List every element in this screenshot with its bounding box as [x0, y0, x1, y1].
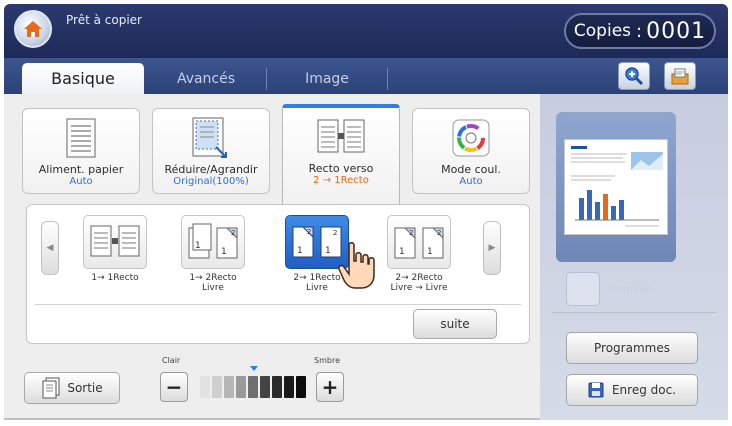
svg-text:2: 2 — [231, 229, 235, 237]
copies-counter[interactable]: Copies : 0001 — [564, 13, 716, 49]
home-button[interactable] — [14, 10, 52, 48]
color-mode-icon — [451, 117, 491, 159]
option-value: 2 → 1Recto — [313, 175, 369, 186]
density-step — [248, 376, 258, 398]
programmes-button[interactable]: Programmes — [566, 332, 698, 364]
tab-image[interactable]: Image — [267, 63, 387, 94]
option-label: Recto verso — [308, 162, 374, 175]
save-document-button[interactable]: Enreg doc. — [566, 374, 698, 406]
duplex-icon — [317, 116, 365, 158]
sortie-button[interactable]: Sortie — [24, 372, 120, 404]
option-value: Auto — [459, 176, 483, 187]
suite-button[interactable]: suite — [413, 309, 497, 339]
preview-page — [564, 139, 668, 235]
duplex-options-panel: ◀ 1→ 1Recto 1 2 1 1→ 2Recto Livre 2 1 2 … — [26, 204, 530, 344]
save-disk-icon — [588, 382, 604, 398]
tab-separator — [387, 68, 388, 90]
svg-text:2: 2 — [333, 229, 337, 237]
density-decrease-button[interactable]: − — [160, 372, 188, 402]
duplex-1-1-icon — [83, 215, 147, 269]
scroll-right-button[interactable]: ▶ — [483, 221, 501, 275]
density-increase-button[interactable]: + — [316, 372, 344, 402]
zoom-button[interactable] — [618, 62, 650, 90]
density-step — [224, 376, 234, 398]
right-panel: Epreuve Programmes Enreg doc. — [540, 94, 728, 420]
duplex-2-2-icon: 2 1 2 1 — [387, 215, 451, 269]
chevron-left-icon: ◀ — [46, 243, 54, 253]
svg-text:2: 2 — [437, 229, 441, 237]
option-value: Auto — [69, 176, 93, 187]
option-color-mode[interactable]: Mode coul. Auto — [412, 108, 530, 194]
save-document-label: Enreg doc. — [611, 383, 677, 397]
copies-value: 0001 — [646, 18, 707, 44]
scroll-left-button[interactable]: ◀ — [41, 221, 59, 275]
option-label: Aliment. papier — [38, 163, 124, 176]
output-icon — [42, 377, 60, 399]
svg-text:1: 1 — [427, 247, 433, 257]
svg-text:2: 2 — [307, 228, 311, 236]
option-value: Original(100%) — [173, 176, 249, 187]
touch-hand-icon — [338, 242, 375, 289]
svg-text:1: 1 — [399, 247, 405, 257]
main-panel: Aliment. papier Auto Réduire/Agrandir Or… — [4, 94, 540, 420]
density-step — [212, 376, 222, 398]
option-paper-feed[interactable]: Aliment. papier Auto — [22, 108, 140, 194]
duplex-option-label: 1→ 1Recto — [91, 273, 139, 283]
option-label: Réduire/Agrandir — [164, 163, 258, 176]
zoom-in-icon — [625, 67, 644, 86]
preview-document-thumbnail — [571, 146, 663, 227]
job-settings-icon — [671, 68, 689, 85]
duplex-option-label: 2→ 1Recto Livre — [293, 273, 341, 293]
density-step — [272, 376, 282, 398]
option-reduce-enlarge[interactable]: Réduire/Agrandir Original(100%) — [152, 108, 270, 194]
paper-feed-icon — [66, 117, 96, 159]
status-text: Prêt à copier — [66, 13, 142, 27]
duplex-option-label: 1→ 2Recto Livre — [189, 273, 237, 293]
chevron-right-icon: ▶ — [488, 243, 496, 253]
tab-avances[interactable]: Avancés — [146, 63, 266, 94]
document-preview[interactable] — [556, 112, 676, 262]
duplex-1-2-icon: 1 2 1 — [181, 215, 245, 269]
density-step — [296, 376, 306, 398]
option-label: Mode coul. — [441, 163, 501, 176]
density-step — [284, 376, 294, 398]
epreuve-checkbox[interactable] — [566, 272, 600, 306]
right-panel-divider — [552, 312, 716, 313]
job-settings-button[interactable] — [664, 62, 696, 90]
duplex-option-label: 2→ 2Recto Livre → Livre — [390, 273, 448, 293]
density-control: Clair Smbre − + — [154, 356, 354, 408]
sortie-label: Sortie — [67, 381, 103, 395]
svg-text:1: 1 — [221, 247, 227, 257]
density-light-label: Clair — [162, 356, 181, 365]
epreuve-label: Epreuve — [610, 283, 652, 295]
density-step — [200, 376, 210, 398]
duplex-option-1-1[interactable]: 1→ 1Recto — [79, 215, 151, 305]
reduce-enlarge-icon — [192, 117, 230, 159]
svg-text:1: 1 — [195, 241, 201, 251]
tab-bar: Basique Avancés Image — [4, 58, 728, 94]
panel-divider — [35, 304, 521, 305]
density-step — [236, 376, 246, 398]
home-icon — [24, 21, 42, 37]
duplex-option-1-2[interactable]: 1 2 1 1→ 2Recto Livre — [177, 215, 249, 305]
epreuve-option[interactable]: Epreuve — [566, 272, 651, 306]
tab-basique[interactable]: Basique — [22, 63, 144, 94]
density-dark-label: Smbre — [314, 356, 340, 365]
duplex-option-2-2[interactable]: 2 1 2 1 2→ 2Recto Livre → Livre — [383, 215, 455, 305]
svg-text:1: 1 — [325, 246, 331, 256]
copies-label: Copies — [573, 21, 632, 41]
copies-colon: : — [636, 20, 643, 42]
svg-text:2: 2 — [409, 229, 413, 237]
density-step — [260, 376, 270, 398]
top-bar: Prêt à copier Copies : 0001 — [4, 4, 728, 58]
option-duplex[interactable]: Recto verso 2 → 1Recto — [282, 104, 400, 204]
svg-text:1: 1 — [297, 246, 303, 256]
density-level-bar[interactable] — [200, 376, 308, 398]
density-marker-icon — [250, 366, 258, 371]
